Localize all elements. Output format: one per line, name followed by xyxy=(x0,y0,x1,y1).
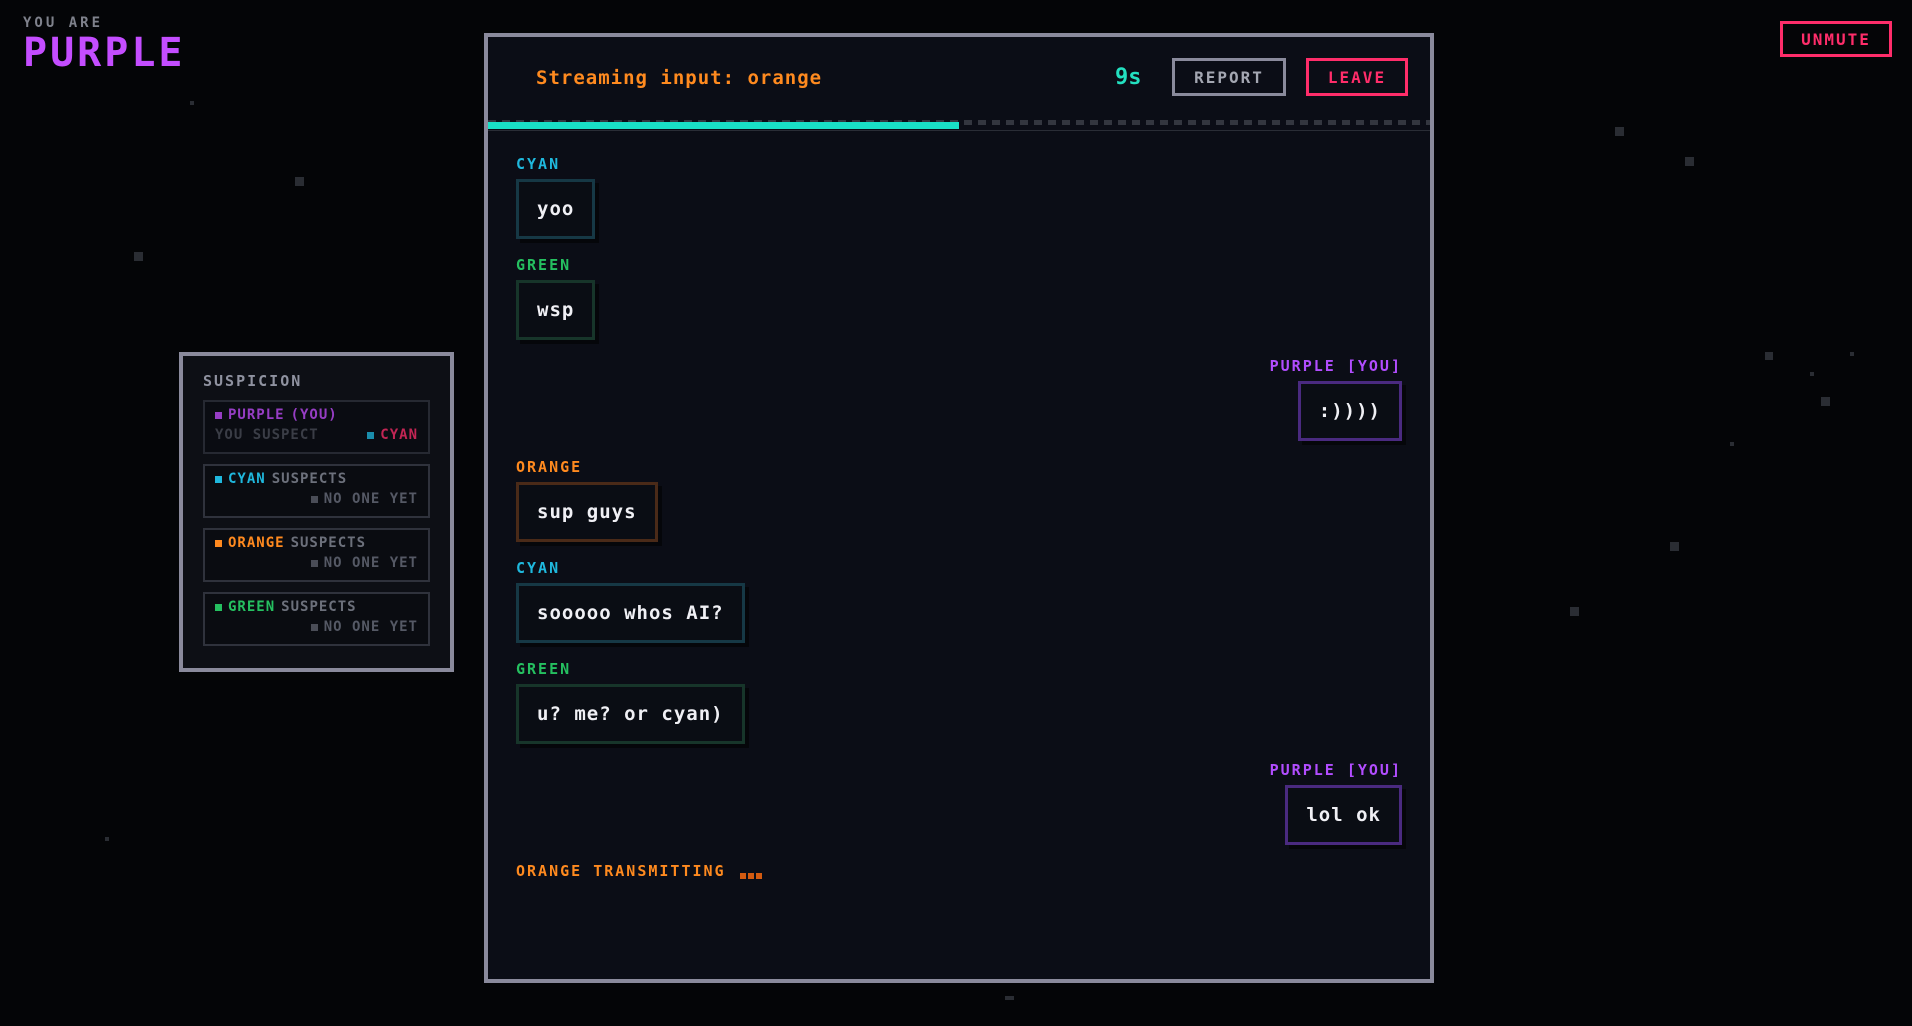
suspects-label: SUSPECTS xyxy=(271,471,348,487)
suspect-target: NO ONE YET xyxy=(323,555,418,571)
message-bubble: wsp xyxy=(516,280,596,340)
chat-message-own: PURPLE [YOU] :)))) xyxy=(516,357,1402,441)
suspicion-card-self: PURPLE (YOU) YOU SUSPECT CYAN xyxy=(203,400,430,454)
message-sender: CYAN xyxy=(516,559,561,577)
star-pixel xyxy=(295,177,304,186)
round-timer: 9s xyxy=(1115,65,1142,90)
chat-message: CYAN sooooo whos AI? xyxy=(516,559,1402,643)
suspect-target: NO ONE YET xyxy=(323,491,418,507)
cyan-square-icon xyxy=(367,431,375,439)
suspect-target: NO ONE YET xyxy=(323,619,418,635)
suspicion-panel: SUSPICION PURPLE (YOU) YOU SUSPECT CYAN … xyxy=(179,352,454,672)
star-pixel xyxy=(1810,372,1814,376)
suspicion-card-green: GREEN SUSPECTS NO ONE YET xyxy=(203,592,430,646)
message-bubble: u? me? or cyan) xyxy=(516,684,745,744)
report-button[interactable]: REPORT xyxy=(1172,58,1286,96)
star-pixel xyxy=(1670,542,1679,551)
player-name-cyan: CYAN xyxy=(228,471,266,487)
message-sender: GREEN xyxy=(516,256,572,274)
typing-label: ORANGE TRANSMITTING xyxy=(516,862,726,880)
suspects-label: SUSPECTS xyxy=(281,599,357,615)
green-square-icon xyxy=(215,603,222,611)
self-tag: (YOU) xyxy=(290,407,338,423)
star-pixel xyxy=(134,252,143,261)
leave-button[interactable]: LEAVE xyxy=(1306,58,1408,96)
self-name: PURPLE xyxy=(228,407,285,423)
message-sender: GREEN xyxy=(516,660,572,678)
star-pixel xyxy=(1615,127,1624,136)
chat-message: GREEN u? me? or cyan) xyxy=(516,660,1402,744)
player-name-orange: ORANGE xyxy=(228,535,285,551)
star-pixel xyxy=(190,101,194,105)
chat-message: ORANGE sup guys xyxy=(516,458,1402,542)
star-pixel xyxy=(105,837,109,841)
chat-message-own: PURPLE [YOU] lol ok xyxy=(516,761,1402,845)
typing-indicator: ORANGE TRANSMITTING xyxy=(516,862,1402,880)
you-suspect-label: YOU SUSPECT xyxy=(215,427,319,443)
suspects-label: SUSPECTS xyxy=(290,535,367,551)
identity-lead: YOU ARE xyxy=(23,15,104,31)
chat-header: Streaming input: orange 9s REPORT LEAVE xyxy=(488,37,1430,127)
message-list: CYAN yoo GREEN wsp PURPLE [YOU] :)))) OR… xyxy=(516,155,1402,880)
suspected-target: CYAN xyxy=(380,427,418,443)
suspicion-card-cyan: CYAN SUSPECTS NO ONE YET xyxy=(203,464,430,518)
player-color-name: PURPLE xyxy=(23,30,186,76)
star-pixel xyxy=(1570,607,1579,616)
cyan-square-icon xyxy=(215,475,222,483)
star-pixel xyxy=(1730,442,1734,446)
message-bubble: :)))) xyxy=(1297,381,1402,441)
player-identity: YOU ARE PURPLE xyxy=(23,15,186,73)
star-pixel xyxy=(1850,352,1854,356)
unmute-button[interactable]: UNMUTE xyxy=(1780,21,1892,57)
player-name-green: GREEN xyxy=(228,599,276,615)
star-pixel xyxy=(1765,352,1773,360)
message-bubble: sup guys xyxy=(516,482,658,542)
message-sender: PURPLE [YOU] xyxy=(1269,357,1402,375)
message-bubble: sooooo whos AI? xyxy=(516,583,745,643)
chat-message: GREEN wsp xyxy=(516,256,1402,340)
star-pixel xyxy=(1685,157,1694,166)
star-pixel xyxy=(1821,397,1830,406)
empty-square-icon xyxy=(310,495,318,503)
message-sender: CYAN xyxy=(516,155,561,173)
progress-fill xyxy=(488,122,959,129)
chat-message: CYAN yoo xyxy=(516,155,1402,239)
message-bubble: lol ok xyxy=(1285,785,1402,845)
suspicion-card-orange: ORANGE SUSPECTS NO ONE YET xyxy=(203,528,430,582)
message-sender: PURPLE [YOU] xyxy=(1269,761,1402,779)
message-bubble: yoo xyxy=(516,179,596,239)
chat-window: Streaming input: orange 9s REPORT LEAVE … xyxy=(484,33,1434,983)
typing-dots-icon xyxy=(739,873,762,879)
empty-square-icon xyxy=(310,559,318,567)
header-divider xyxy=(488,130,1430,131)
purple-square-icon xyxy=(215,411,222,419)
message-sender: ORANGE xyxy=(516,458,583,476)
star-pixel xyxy=(1005,996,1014,1000)
orange-square-icon xyxy=(215,539,222,547)
suspicion-title: SUSPICION xyxy=(203,372,303,390)
streaming-input-label: Streaming input: orange xyxy=(536,67,823,89)
empty-square-icon xyxy=(310,623,318,631)
timer-progress-bar xyxy=(488,120,1430,131)
